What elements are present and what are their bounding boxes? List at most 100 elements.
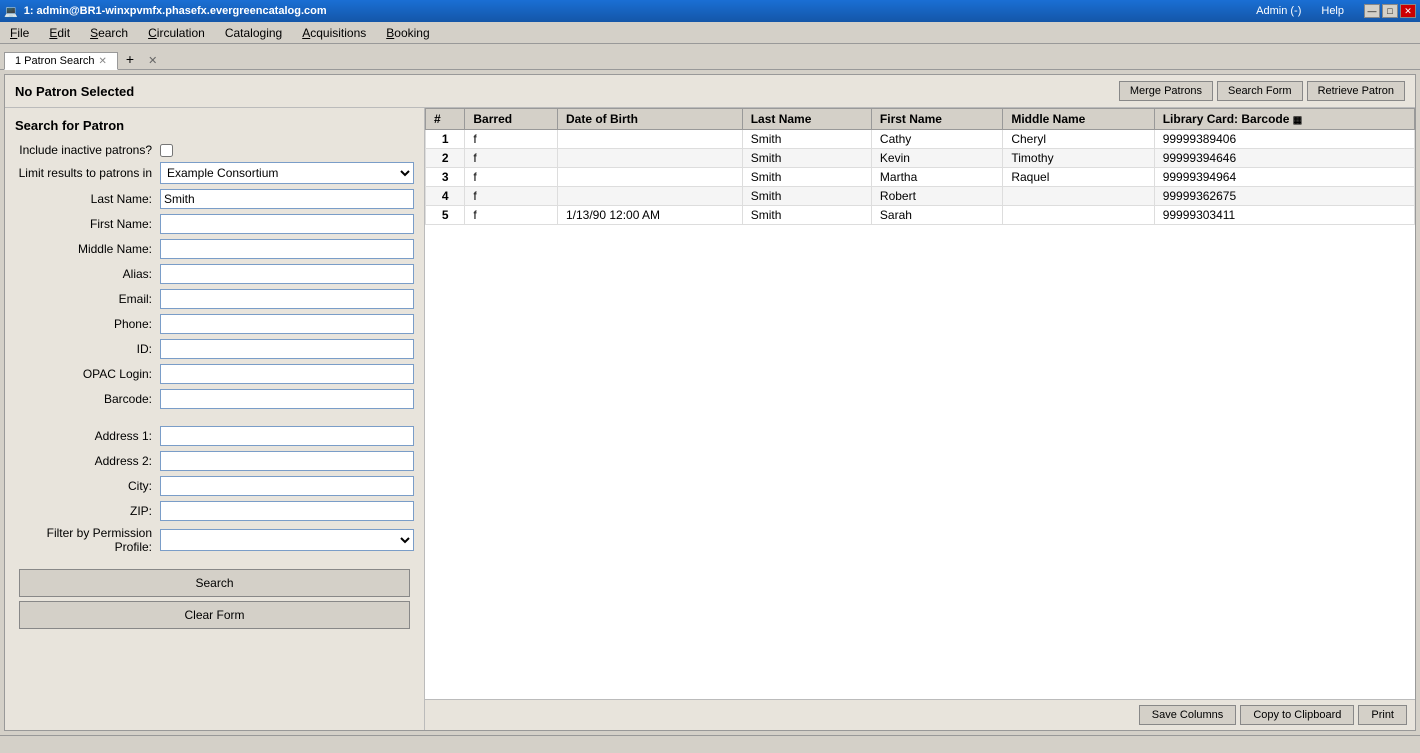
tab-bar: 1 Patron Search ✕ + ✕ [0,44,1420,70]
panel-close-button[interactable]: ✕ [142,52,163,69]
menu-bar: File Edit Search Circulation Cataloging … [0,22,1420,44]
last-name-label: Last Name: [15,192,160,206]
table-row[interactable]: 1fSmithCathyCheryl99999389406 [426,130,1415,149]
email-row: Email: [15,289,414,309]
copy-clipboard-button[interactable]: Copy to Clipboard [1240,705,1354,725]
table-row[interactable]: 3fSmithMarthaRaquel99999394964 [426,168,1415,187]
zip-input[interactable] [160,501,414,521]
city-label: City: [15,479,160,493]
id-input[interactable] [160,339,414,359]
id-label: ID: [15,342,160,356]
status-bar [0,735,1420,753]
admin-label[interactable]: Admin (-) [1256,5,1301,17]
address2-label: Address 2: [15,454,160,468]
barcode-row: Barcode: [15,389,414,409]
address2-input[interactable] [160,451,414,471]
title-bar-text: 💻 1: admin@BR1-winxpvmfx.phasefx.evergre… [4,5,327,18]
zip-label: ZIP: [15,504,160,518]
menu-edit[interactable]: Edit [43,24,76,42]
results-table-wrapper: # Barred Date of Birth Last Name First N… [425,108,1415,699]
permission-profile-row: Filter by Permission Profile: [15,526,414,554]
menu-file[interactable]: File [4,24,35,42]
opac-login-input[interactable] [160,364,414,384]
last-name-input[interactable] [160,189,414,209]
menu-acquisitions[interactable]: Acquisitions [296,24,372,42]
email-input[interactable] [160,289,414,309]
results-table: # Barred Date of Birth Last Name First N… [425,108,1415,225]
permission-profile-select[interactable] [160,529,414,551]
bottom-bar: Save Columns Copy to Clipboard Print [425,699,1415,730]
opac-login-label: OPAC Login: [15,367,160,381]
include-inactive-row: Include inactive patrons? [15,143,414,157]
include-inactive-label: Include inactive patrons? [15,143,160,157]
first-name-label: First Name: [15,217,160,231]
table-row[interactable]: 4fSmithRobert99999362675 [426,187,1415,206]
col-resize-icon: ▦ [1293,115,1302,126]
help-label[interactable]: Help [1321,5,1344,17]
window-title: 1: admin@BR1-winxpvmfx.phasefx.evergreen… [24,5,327,17]
action-buttons: Merge Patrons Search Form Retrieve Patro… [1119,81,1405,101]
col-firstname: First Name [871,109,1002,130]
col-num: # [426,109,465,130]
permission-profile-label: Filter by Permission Profile: [15,526,160,554]
middle-name-label: Middle Name: [15,242,160,256]
content-area: Search for Patron Include inactive patro… [5,108,1415,730]
close-button[interactable]: ✕ [1400,4,1416,18]
address1-row: Address 1: [15,426,414,446]
tab-patron-search-label: 1 Patron Search [15,55,95,67]
clear-form-button[interactable]: Clear Form [19,601,410,629]
maximize-button[interactable]: □ [1382,4,1398,18]
table-row[interactable]: 5f1/13/90 12:00 AMSmithSarah99999303411 [426,206,1415,225]
action-bar: No Patron Selected Merge Patrons Search … [5,75,1415,108]
col-lastname: Last Name [742,109,871,130]
middle-name-input[interactable] [160,239,414,259]
col-barred: Barred [465,109,558,130]
menu-search[interactable]: Search [84,24,134,42]
last-name-row: Last Name: [15,189,414,209]
search-button-area: Search Clear Form [15,569,414,629]
include-inactive-checkbox[interactable] [160,144,173,157]
alias-row: Alias: [15,264,414,284]
zip-row: ZIP: [15,501,414,521]
menu-circulation[interactable]: Circulation [142,24,211,42]
col-middlename: Middle Name [1003,109,1154,130]
email-label: Email: [15,292,160,306]
menu-cataloging[interactable]: Cataloging [219,24,288,42]
main-content: No Patron Selected Merge Patrons Search … [4,74,1416,731]
address2-row: Address 2: [15,451,414,471]
id-row: ID: [15,339,414,359]
search-panel-title: Search for Patron [15,118,414,133]
merge-patrons-button[interactable]: Merge Patrons [1119,81,1213,101]
tab-patron-search[interactable]: 1 Patron Search ✕ [4,52,118,70]
phone-input[interactable] [160,314,414,334]
limit-results-select[interactable]: Example Consortium [160,162,414,184]
retrieve-patron-button[interactable]: Retrieve Patron [1307,81,1405,101]
city-input[interactable] [160,476,414,496]
col-dob: Date of Birth [557,109,742,130]
tab-add-button[interactable]: + [118,49,142,69]
address1-label: Address 1: [15,429,160,443]
tab-close-icon[interactable]: ✕ [99,56,107,67]
no-patron-label: No Patron Selected [15,84,134,99]
limit-results-row: Limit results to patrons in Example Cons… [15,162,414,184]
address1-input[interactable] [160,426,414,446]
results-panel: # Barred Date of Birth Last Name First N… [425,108,1415,730]
phone-row: Phone: [15,314,414,334]
search-button[interactable]: Search [19,569,410,597]
minimize-button[interactable]: — [1364,4,1380,18]
first-name-input[interactable] [160,214,414,234]
alias-label: Alias: [15,267,160,281]
print-button[interactable]: Print [1358,705,1407,725]
middle-name-row: Middle Name: [15,239,414,259]
table-row[interactable]: 2fSmithKevinTimothy99999394646 [426,149,1415,168]
save-columns-button[interactable]: Save Columns [1139,705,1237,725]
city-row: City: [15,476,414,496]
search-panel: Search for Patron Include inactive patro… [5,108,425,730]
opac-login-row: OPAC Login: [15,364,414,384]
menu-booking[interactable]: Booking [380,24,435,42]
alias-input[interactable] [160,264,414,284]
barcode-label: Barcode: [15,392,160,406]
barcode-input[interactable] [160,389,414,409]
search-form-button[interactable]: Search Form [1217,81,1303,101]
phone-label: Phone: [15,317,160,331]
